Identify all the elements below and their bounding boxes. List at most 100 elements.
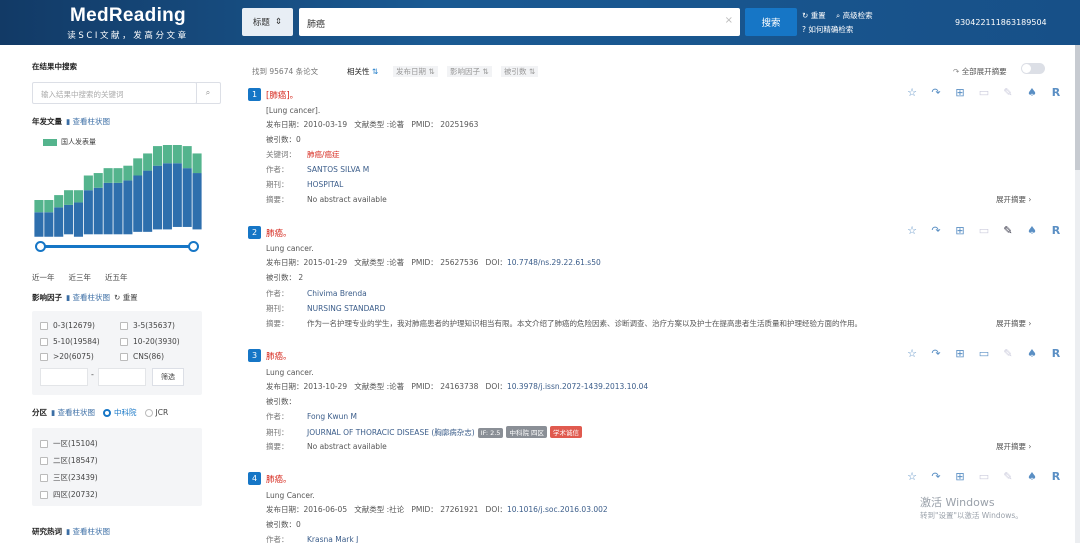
if-reset[interactable]: ↻ 重置: [114, 293, 138, 302]
search-input[interactable]: 肺癌 ×: [299, 8, 740, 36]
r-icon[interactable]: R: [1049, 470, 1063, 483]
search-button[interactable]: 搜索: [745, 8, 797, 36]
bar-china[interactable]: [152, 146, 163, 166]
range-3y[interactable]: 近三年: [69, 272, 92, 283]
radio-checked[interactable]: [103, 408, 112, 417]
zone-jcr-radio[interactable]: JCR: [144, 408, 168, 417]
translate-icon[interactable]: ⊞: [953, 86, 967, 99]
checkbox[interactable]: [120, 352, 128, 361]
bar-china[interactable]: [143, 153, 153, 171]
bell-icon[interactable]: ♠: [1025, 224, 1039, 237]
translate-icon[interactable]: ⊞: [953, 224, 967, 237]
expand-abstract[interactable]: 展开摘要 ›: [996, 194, 1031, 205]
feather-icon[interactable]: ✎: [1001, 86, 1015, 99]
filter-button[interactable]: 筛选: [152, 368, 184, 386]
doi-link[interactable]: 10.7748/ns.29.22.61.s50: [507, 258, 601, 267]
doi-link[interactable]: 10.1016/j.soc.2016.03.002: [507, 505, 608, 514]
filter-search-button[interactable]: ⌕: [196, 82, 221, 104]
expand-abstract[interactable]: 展开摘要 ›: [996, 318, 1031, 329]
zone-option[interactable]: 四区(20732): [40, 489, 98, 500]
bell-icon[interactable]: ♠: [1025, 86, 1039, 99]
bar-total[interactable]: [172, 163, 182, 227]
hot-view-bar-link[interactable]: ▮ 查看柱状图: [66, 527, 110, 536]
sort-date[interactable]: 发布日期 ⇅: [393, 66, 438, 77]
if-option[interactable]: >20(6075): [40, 352, 94, 361]
if-option[interactable]: 3-5(35637): [120, 321, 175, 330]
feather-icon[interactable]: ✎: [1001, 470, 1015, 483]
result-title[interactable]: 肺癌。: [266, 350, 292, 362]
translate-icon[interactable]: ⊞: [953, 347, 967, 360]
radio-unchecked[interactable]: [144, 408, 153, 417]
if-max-input[interactable]: [98, 368, 146, 386]
share-icon[interactable]: ↷: [929, 224, 943, 237]
bar-total[interactable]: [133, 175, 143, 232]
monitor-icon[interactable]: ▭: [977, 470, 991, 483]
bar-total[interactable]: [103, 182, 113, 235]
bar-total[interactable]: [192, 173, 202, 230]
checkbox[interactable]: [40, 321, 48, 330]
bar-china[interactable]: [123, 165, 133, 181]
if-min-input[interactable]: [40, 368, 88, 386]
bar-total[interactable]: [123, 180, 133, 235]
checkbox[interactable]: [40, 473, 48, 482]
logo[interactable]: MedReading 读SCI文献，发高分文章: [58, 5, 198, 41]
checkbox[interactable]: [120, 321, 128, 330]
checkbox[interactable]: [40, 490, 48, 499]
author-link[interactable]: Chivima Brenda: [307, 289, 367, 298]
monitor-icon[interactable]: ▭: [977, 224, 991, 237]
bar-total[interactable]: [113, 182, 123, 235]
expand-all-toggle[interactable]: [1021, 63, 1045, 74]
expand-abstract[interactable]: 展开摘要 ›: [996, 441, 1031, 452]
checkbox[interactable]: [40, 352, 48, 361]
result-title[interactable]: 肺癌。: [266, 227, 292, 239]
bar-total[interactable]: [182, 168, 192, 227]
precise-search-help[interactable]: ? 如何精确检索: [802, 24, 853, 35]
sort-cited[interactable]: 被引数 ⇅: [501, 66, 539, 77]
range-slider-track[interactable]: [41, 245, 195, 248]
bar-total[interactable]: [143, 170, 153, 232]
zone-cas-radio[interactable]: 中科院: [103, 407, 137, 418]
user-id[interactable]: 930422111863189504: [955, 18, 1047, 27]
zone-view-bar-link[interactable]: ▮ 查看柱状图: [51, 407, 95, 418]
share-icon[interactable]: ↷: [929, 347, 943, 360]
bar-total[interactable]: [73, 202, 84, 237]
range-slider-handle-right[interactable]: [188, 241, 199, 252]
bar-china[interactable]: [73, 190, 84, 203]
if-option[interactable]: CNS(86): [120, 352, 164, 361]
filter-search-input[interactable]: 输入结果中搜索的关键词: [32, 82, 197, 104]
range-5y[interactable]: 近五年: [105, 272, 128, 283]
range-slider-handle-left[interactable]: [35, 241, 46, 252]
bar-china[interactable]: [113, 168, 123, 183]
bar-china[interactable]: [93, 173, 103, 188]
bar-china[interactable]: [64, 190, 74, 205]
range-1y[interactable]: 近一年: [32, 272, 55, 283]
bar-china[interactable]: [133, 158, 143, 176]
bar-china[interactable]: [34, 200, 44, 213]
result-title[interactable]: [肺癌]。: [266, 89, 298, 101]
r-icon[interactable]: R: [1049, 347, 1063, 360]
bar-china[interactable]: [103, 168, 113, 183]
keyword-link[interactable]: 肺癌/癌症: [307, 150, 340, 159]
feather-icon[interactable]: ✎: [1001, 224, 1015, 237]
share-icon[interactable]: ↷: [929, 86, 943, 99]
r-icon[interactable]: R: [1049, 86, 1063, 99]
checkbox[interactable]: [120, 337, 128, 346]
checkbox[interactable]: [40, 337, 48, 346]
bar-total[interactable]: [93, 187, 103, 235]
reset-link[interactable]: ↻ 重置: [802, 10, 826, 21]
star-icon[interactable]: ☆: [905, 224, 919, 237]
bar-china[interactable]: [44, 200, 54, 213]
checkbox[interactable]: [40, 439, 48, 448]
sort-impact[interactable]: 影响因子 ⇅: [447, 66, 492, 77]
zone-option[interactable]: 一区(15104): [40, 438, 98, 449]
bar-total[interactable]: [54, 207, 64, 237]
bell-icon[interactable]: ♠: [1025, 470, 1039, 483]
if-option[interactable]: 0-3(12679): [40, 321, 95, 330]
bar-china[interactable]: [182, 146, 192, 169]
share-icon[interactable]: ↷: [929, 470, 943, 483]
scrollbar[interactable]: [1075, 45, 1080, 543]
journal-link[interactable]: HOSPITAL: [307, 180, 343, 189]
star-icon[interactable]: ☆: [905, 86, 919, 99]
bar-total[interactable]: [152, 165, 163, 230]
author-link[interactable]: Fong Kwun M: [307, 412, 357, 421]
